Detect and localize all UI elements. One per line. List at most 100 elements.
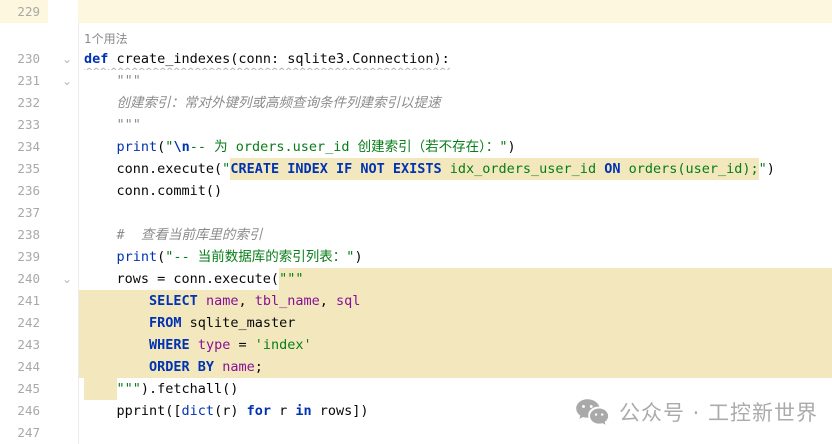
code-token: , [320, 290, 336, 312]
code-lines: 2291个用法230⌄def create_indexes(conn: sqli… [0, 0, 832, 444]
code-editor: 2291个用法230⌄def create_indexes(conn: sqli… [0, 0, 832, 441]
line-number[interactable]: 243 [0, 334, 48, 356]
code-text[interactable]: 创建索引：常对外键列或高频查询条件列建索引以提速 [78, 92, 832, 114]
code-token: """ [117, 378, 141, 400]
code-token: FROM [149, 312, 182, 334]
code-line: 239 print("-- 当前数据库的索引列表：") [0, 246, 832, 268]
code-text[interactable]: ORDER BY name; [78, 356, 832, 378]
line-number[interactable]: 242 [0, 312, 48, 334]
code-line: 231⌄ """ [0, 70, 832, 92]
code-token: conn.commit() [84, 180, 222, 202]
fold-gutter [48, 0, 78, 23]
code-token: idx_orders_user_id [442, 158, 605, 180]
fold-chevron-icon[interactable]: ⌄ [48, 268, 78, 290]
line-number[interactable]: 246 [0, 400, 48, 422]
code-token: ORDER BY [149, 356, 214, 378]
code-token: """ [84, 70, 141, 92]
wechat-icon [575, 398, 609, 427]
code-token: sqlite_master [182, 312, 296, 334]
fold-gutter [48, 312, 78, 334]
fold-gutter [48, 180, 78, 202]
code-text[interactable]: print("\n-- 为 orders.user_id 创建索引（若不存在）：… [78, 136, 832, 158]
line-number[interactable]: 240 [0, 268, 48, 290]
code-text[interactable]: conn.execute( " CREATE INDEX IF NOT EXISTS… [78, 158, 832, 180]
code-text[interactable]: print("-- 当前数据库的索引列表：") [78, 246, 832, 268]
code-token: ( [157, 246, 165, 268]
code-token [84, 290, 149, 312]
fold-gutter [48, 378, 78, 400]
line-number[interactable]: 244 [0, 356, 48, 378]
code-line: 230⌄def create_indexes(conn: sqlite3.Con… [0, 48, 832, 70]
code-token: tbl_name [255, 290, 320, 312]
code-token: type [198, 334, 231, 356]
line-number[interactable]: 236 [0, 180, 48, 202]
code-text[interactable] [78, 0, 832, 23]
fold-gutter [48, 158, 78, 180]
code-token: conn.execute( [84, 158, 222, 180]
code-text[interactable]: def create_indexes(conn: sqlite3.Connect… [78, 48, 832, 70]
code-text[interactable]: SELECT name, tbl_name, sql [78, 290, 832, 312]
code-text[interactable] [78, 202, 832, 224]
line-number[interactable]: 239 [0, 246, 48, 268]
usage-hint[interactable]: 1个用法 [78, 23, 832, 48]
gutter-spacer [0, 23, 48, 48]
code-token: def [84, 48, 108, 70]
line-number[interactable]: 237 [0, 202, 48, 224]
fold-chevron-icon[interactable]: ⌄ [48, 70, 78, 92]
line-number[interactable]: 235 [0, 158, 48, 180]
code-token [84, 356, 149, 378]
code-token: " [759, 158, 767, 180]
fold-gutter [48, 114, 78, 136]
code-text[interactable]: WHERE type = 'index' [78, 334, 832, 356]
code-token: ) [767, 158, 775, 180]
code-token: WHERE [149, 334, 190, 356]
code-token [84, 136, 117, 158]
code-text[interactable]: FROM sqlite_master [78, 312, 832, 334]
code-token: name [206, 290, 239, 312]
code-line: 233 """ [0, 114, 832, 136]
line-number[interactable]: 233 [0, 114, 48, 136]
code-token: ( [157, 136, 165, 158]
code-text[interactable]: # 查看当前库里的索引 [78, 224, 832, 246]
line-number[interactable]: 245 [0, 378, 48, 400]
usage-hint-label[interactable]: 1个用法 [84, 23, 128, 48]
fold-gutter [48, 290, 78, 312]
code-token [84, 312, 149, 334]
code-line: 236 conn.commit() [0, 180, 832, 202]
code-token: sql [336, 290, 360, 312]
code-token: rows]) [312, 400, 369, 422]
code-line: 229 [0, 0, 832, 23]
code-token: dict [182, 400, 215, 422]
code-text[interactable]: rows = conn.execute(""" [78, 268, 832, 290]
code-token: pprint([ [84, 400, 182, 422]
code-line: 241 SELECT name, tbl_name, sql [0, 290, 832, 312]
line-number[interactable]: 230 [0, 48, 48, 70]
line-number[interactable]: 229 [0, 0, 48, 23]
line-number[interactable]: 241 [0, 290, 48, 312]
code-token: ).fetchall() [141, 378, 239, 400]
code-token: """ [84, 114, 141, 136]
watermark: 公众号 · 工控新世界 [575, 397, 818, 427]
code-text[interactable]: """ [78, 114, 832, 136]
code-line: 244 ORDER BY name; [0, 356, 832, 378]
fold-gutter [48, 246, 78, 268]
code-text[interactable]: """ [78, 70, 832, 92]
code-token: ON [604, 158, 620, 180]
code-token: CREATE INDEX IF NOT EXISTS [230, 158, 441, 180]
code-token: """ [279, 268, 303, 290]
line-number[interactable]: 232 [0, 92, 48, 114]
fold-gutter [48, 92, 78, 114]
code-line: 238 # 查看当前库里的索引 [0, 224, 832, 246]
code-text[interactable]: conn.commit() [78, 180, 832, 202]
code-token: create_indexes(conn: sqlite3.Connection)… [108, 48, 449, 70]
fold-gutter [48, 334, 78, 356]
line-number[interactable]: 234 [0, 136, 48, 158]
line-number[interactable]: 238 [0, 224, 48, 246]
code-token: (r) [214, 400, 247, 422]
code-line: 1个用法 [0, 23, 832, 48]
fold-chevron-icon[interactable]: ⌄ [48, 48, 78, 70]
fold-gutter [48, 224, 78, 246]
code-line: 237 [0, 202, 832, 224]
code-token [214, 356, 222, 378]
line-number[interactable]: 231 [0, 70, 48, 92]
